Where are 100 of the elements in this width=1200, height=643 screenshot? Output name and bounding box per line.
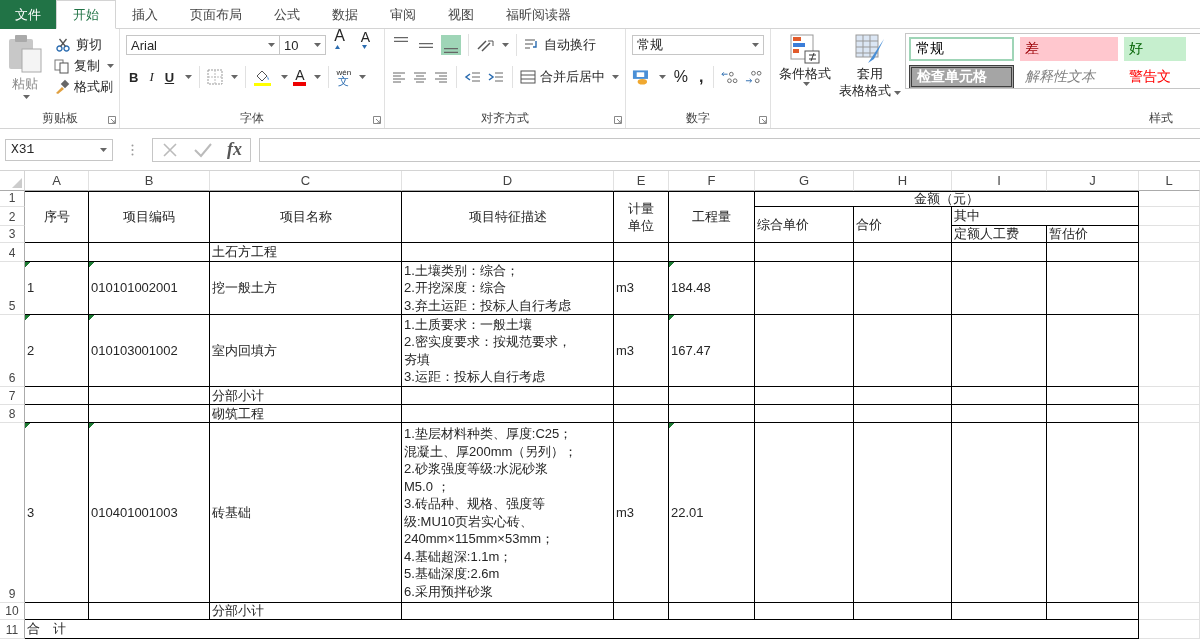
column-header[interactable]: I bbox=[952, 171, 1047, 191]
formula-input[interactable] bbox=[259, 137, 1200, 162]
cell-text: 010103001002 bbox=[91, 341, 178, 360]
cut-button[interactable]: 剪切 bbox=[54, 36, 114, 54]
cell-style-option[interactable]: 常规 bbox=[909, 37, 1014, 61]
phonetic-guide-button[interactable]: wén 文 bbox=[336, 68, 352, 86]
increase-indent-icon[interactable] bbox=[487, 69, 505, 85]
shrink-font-button[interactable]: A bbox=[357, 29, 378, 61]
format-as-table-button[interactable]: 套用 表格格式 bbox=[840, 33, 900, 110]
column-header[interactable]: J bbox=[1047, 171, 1139, 191]
row-header[interactable]: 5 bbox=[0, 262, 25, 315]
wrap-text-button[interactable]: 自动换行 bbox=[524, 36, 596, 54]
row-header[interactable]: 2 bbox=[0, 207, 25, 226]
column-header[interactable]: A bbox=[25, 171, 89, 191]
font-color-button[interactable]: A bbox=[293, 68, 307, 86]
cell-style-option[interactable]: 差 bbox=[1020, 37, 1118, 61]
row-header[interactable]: 11 bbox=[0, 620, 25, 639]
format-painter-button[interactable]: 格式刷 bbox=[54, 78, 114, 96]
orientation-icon[interactable] bbox=[476, 37, 494, 53]
grow-font-button[interactable]: A bbox=[331, 27, 353, 63]
table-brush-icon bbox=[854, 33, 886, 65]
cell-text: 工程量 bbox=[692, 208, 731, 226]
font-size-field[interactable]: 10 bbox=[279, 35, 327, 55]
conditional-format-icon bbox=[789, 33, 821, 65]
bold-button[interactable]: B bbox=[126, 69, 142, 85]
caret-icon[interactable] bbox=[100, 147, 107, 152]
cell-style-option[interactable]: 警告文 bbox=[1124, 65, 1186, 88]
ribbon-tab[interactable]: 开始 bbox=[56, 0, 116, 29]
group-label: 数字 bbox=[686, 111, 710, 125]
ribbon-tab[interactable]: 文件 bbox=[0, 0, 56, 29]
table-cell bbox=[1139, 191, 1200, 207]
number-format-field[interactable]: 常规 bbox=[632, 35, 764, 55]
caret-icon[interactable] bbox=[502, 43, 509, 47]
caret-icon[interactable] bbox=[803, 82, 810, 86]
caret-icon[interactable] bbox=[612, 75, 619, 79]
ribbon-tab[interactable]: 插入 bbox=[116, 0, 174, 29]
drag-handle-icon[interactable] bbox=[131, 143, 134, 156]
dialog-launcher-icon[interactable] bbox=[614, 116, 622, 124]
table-cell bbox=[25, 387, 89, 405]
cell-style-option[interactable]: 解释性文本 bbox=[1020, 65, 1118, 88]
font-name-field[interactable]: Arial bbox=[126, 35, 281, 55]
ribbon-tab[interactable]: 福昕阅读器 bbox=[490, 0, 587, 29]
ribbon-tab[interactable]: 公式 bbox=[258, 0, 316, 29]
caret-icon[interactable] bbox=[107, 64, 114, 68]
caret-icon[interactable] bbox=[185, 75, 193, 79]
caret-icon[interactable] bbox=[752, 43, 759, 47]
dialog-launcher-icon[interactable] bbox=[373, 116, 381, 124]
ribbon-tab[interactable]: 审阅 bbox=[374, 0, 432, 29]
dialog-launcher-icon[interactable] bbox=[759, 116, 767, 124]
cell-text: 167.47 bbox=[671, 341, 711, 360]
column-header[interactable]: E bbox=[614, 171, 669, 191]
column-header[interactable]: H bbox=[854, 171, 952, 191]
row-header[interactable]: 9 bbox=[0, 423, 25, 603]
cell-style-option[interactable]: 好 bbox=[1124, 37, 1186, 61]
merge-center-button[interactable]: 合并后居中 bbox=[520, 68, 619, 86]
name-box[interactable]: X31 bbox=[5, 138, 113, 161]
insert-function-button[interactable]: fx bbox=[227, 139, 242, 160]
dialog-launcher-icon[interactable] bbox=[108, 116, 116, 124]
caret-icon[interactable] bbox=[658, 75, 666, 79]
copy-button[interactable]: 复制 bbox=[54, 57, 114, 75]
caret-icon[interactable] bbox=[231, 75, 239, 79]
column-header[interactable]: G bbox=[755, 171, 854, 191]
comma-button[interactable]: , bbox=[696, 68, 707, 86]
underline-button[interactable]: U bbox=[161, 69, 178, 85]
clipboard-icon bbox=[6, 33, 44, 73]
caret-icon[interactable] bbox=[359, 75, 367, 79]
percent-button[interactable]: % bbox=[670, 68, 692, 86]
row-header[interactable]: 6 bbox=[0, 315, 25, 387]
caret-icon[interactable] bbox=[314, 43, 322, 47]
column-header[interactable]: L bbox=[1139, 171, 1200, 191]
row-header[interactable]: 8 bbox=[0, 405, 25, 423]
ribbon-tab[interactable]: 页面布局 bbox=[174, 0, 258, 29]
group-label: 样式 bbox=[1149, 111, 1173, 125]
ribbon-tab[interactable]: 数据 bbox=[316, 0, 374, 29]
italic-button[interactable]: I bbox=[146, 69, 157, 85]
row-header[interactable]: 3 bbox=[0, 226, 25, 243]
fill-color-icon[interactable] bbox=[253, 68, 274, 86]
row-header[interactable]: 10 bbox=[0, 603, 25, 620]
row-header[interactable]: 7 bbox=[0, 387, 25, 405]
row-header[interactable]: 1 bbox=[0, 191, 25, 207]
caret-icon[interactable] bbox=[268, 43, 276, 47]
caret-icon[interactable] bbox=[894, 91, 901, 95]
decrease-indent-icon[interactable] bbox=[464, 69, 482, 85]
cell-text: 5.基础深度:2.6m bbox=[404, 565, 500, 583]
increase-decimal-icon[interactable] bbox=[721, 69, 741, 85]
currency-icon[interactable] bbox=[632, 68, 651, 86]
cell-text: M5.0 ； bbox=[404, 477, 450, 495]
column-header[interactable]: B bbox=[89, 171, 210, 191]
caret-icon[interactable] bbox=[314, 75, 322, 79]
ribbon-tab[interactable]: 视图 bbox=[432, 0, 490, 29]
column-header[interactable]: D bbox=[402, 171, 614, 191]
caret-icon[interactable] bbox=[23, 95, 30, 99]
column-header[interactable]: F bbox=[669, 171, 755, 191]
align-bottom-button[interactable] bbox=[441, 35, 461, 55]
row-header[interactable]: 4 bbox=[0, 243, 25, 262]
caret-icon[interactable] bbox=[281, 75, 289, 79]
decrease-decimal-icon[interactable] bbox=[745, 69, 764, 85]
column-header[interactable]: C bbox=[210, 171, 402, 191]
conditional-format-button[interactable]: 条件格式 bbox=[775, 33, 835, 110]
paste-button[interactable]: 粘贴 bbox=[6, 33, 44, 110]
